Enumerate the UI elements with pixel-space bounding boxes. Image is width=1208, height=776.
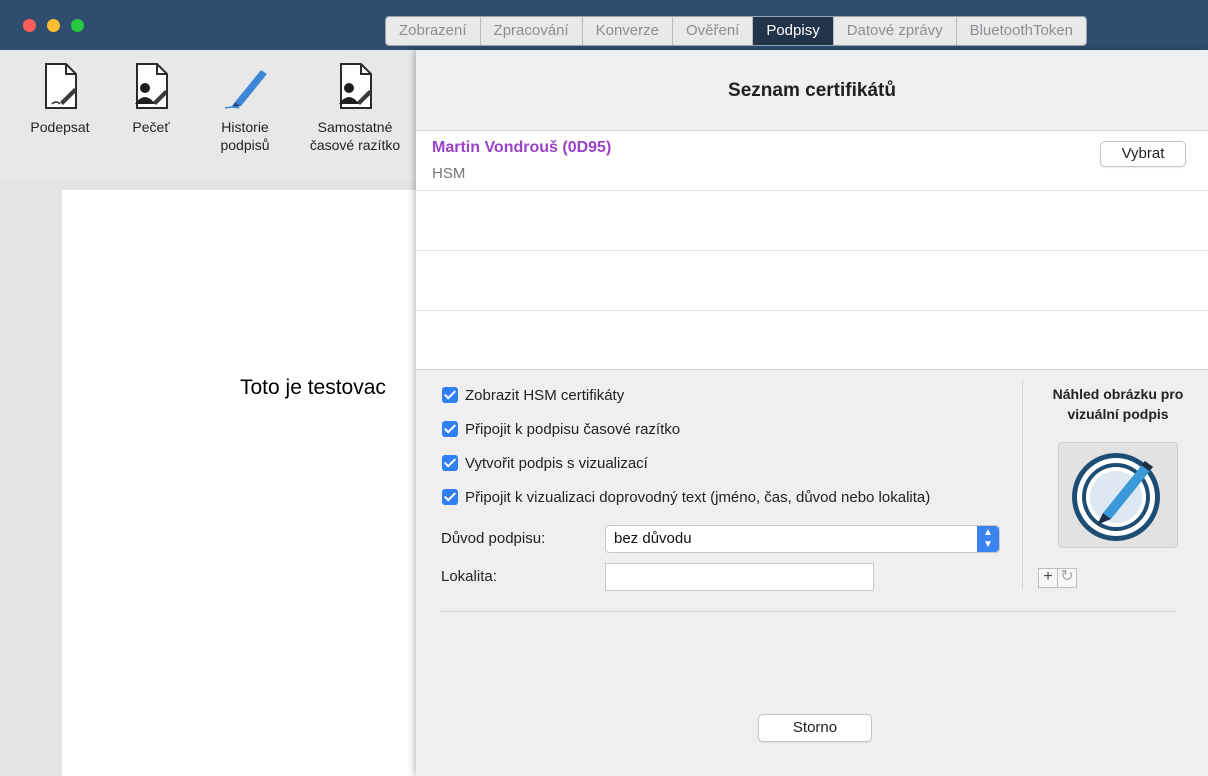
- tab-zpracovani[interactable]: Zpracování: [479, 17, 582, 45]
- tab-konverze[interactable]: Konverze: [581, 17, 672, 45]
- tab-datove-zpravy[interactable]: Datové zprávy: [832, 17, 956, 45]
- certificate-row-empty: [416, 191, 1208, 251]
- tab-podpisy[interactable]: Podpisy: [752, 17, 833, 45]
- location-label: Lokalita:: [441, 568, 497, 585]
- checkbox-checked-icon: [442, 387, 458, 403]
- signature-history-button[interactable]: Historie podpisů: [208, 60, 282, 154]
- reason-select-value: bez důvodu: [614, 530, 692, 547]
- location-input[interactable]: [605, 563, 874, 591]
- seal-document-icon: [129, 60, 173, 112]
- certificate-list: Martin Vondrouš (0D95) HSM Vybrat: [416, 130, 1208, 370]
- certificate-name: Martin Vondrouš (0D95): [432, 139, 612, 156]
- seal-button[interactable]: Pečeť: [126, 60, 176, 136]
- refresh-icon[interactable]: ↻: [1058, 568, 1077, 588]
- certificate-row-empty: [416, 251, 1208, 311]
- panel-title: Seznam certifikátů: [728, 80, 896, 101]
- horizontal-divider: [440, 611, 1176, 612]
- toolbar: Podepsat Pečeť Historie podpisů Samostat…: [0, 50, 416, 180]
- add-image-button[interactable]: +: [1038, 568, 1058, 588]
- certificate-row-empty: [416, 311, 1208, 370]
- tab-overeni[interactable]: Ověření: [671, 17, 752, 45]
- signature-preview-image[interactable]: [1058, 442, 1178, 548]
- timestamp-document-icon: [333, 60, 377, 112]
- certificate-type: HSM: [432, 165, 466, 182]
- signature-seal-icon: [1072, 453, 1160, 541]
- show-hsm-checkbox[interactable]: Zobrazit HSM certifikáty: [442, 378, 930, 412]
- certificate-row[interactable]: Martin Vondrouš (0D95) HSM Vybrat: [416, 131, 1208, 191]
- vertical-divider: [1022, 380, 1023, 590]
- document-text: Toto je testovac: [240, 376, 386, 399]
- checkbox-checked-icon: [442, 421, 458, 437]
- window-titlebar: Zobrazení Zpracování Konverze Ověření Po…: [0, 0, 1208, 50]
- attach-timestamp-checkbox[interactable]: Připojit k podpisu časové razítko: [442, 412, 930, 446]
- preview-controls: + ↻: [1038, 568, 1077, 588]
- cancel-button[interactable]: Storno: [758, 714, 872, 742]
- main-tab-bar: Zobrazení Zpracování Konverze Ověření Po…: [385, 16, 1087, 46]
- document-page: [62, 190, 416, 776]
- chevron-updown-icon: ▲ ▼: [977, 526, 999, 552]
- checkbox-checked-icon: [442, 455, 458, 471]
- close-window-button[interactable]: [23, 19, 36, 32]
- zoom-window-button[interactable]: [71, 19, 84, 32]
- pen-icon: [223, 60, 267, 112]
- reason-select[interactable]: bez důvodu ▲ ▼: [605, 525, 1000, 553]
- attach-text-checkbox[interactable]: Připojit k vizualizaci doprovodný text (…: [442, 480, 930, 514]
- standalone-timestamp-button[interactable]: Samostatné časové razítko: [300, 60, 410, 154]
- sign-button[interactable]: Podepsat: [24, 60, 96, 136]
- tab-bluetoothtoken[interactable]: BluetoothToken: [955, 17, 1086, 45]
- visual-signature-checkbox[interactable]: Vytvořit podpis s vizualizací: [442, 446, 930, 480]
- reason-label: Důvod podpisu:: [441, 530, 546, 547]
- certificate-panel: Seznam certifikátů Martin Vondrouš (0D95…: [416, 50, 1208, 776]
- tab-zobrazeni[interactable]: Zobrazení: [386, 17, 480, 45]
- minimize-window-button[interactable]: [47, 19, 60, 32]
- sign-document-icon: [38, 60, 82, 112]
- checkbox-checked-icon: [442, 489, 458, 505]
- options-group: Zobrazit HSM certifikáty Připojit k podp…: [442, 378, 930, 514]
- select-certificate-button[interactable]: Vybrat: [1100, 141, 1186, 167]
- preview-title: Náhled obrázku pro vizuální podpis: [1052, 386, 1184, 422]
